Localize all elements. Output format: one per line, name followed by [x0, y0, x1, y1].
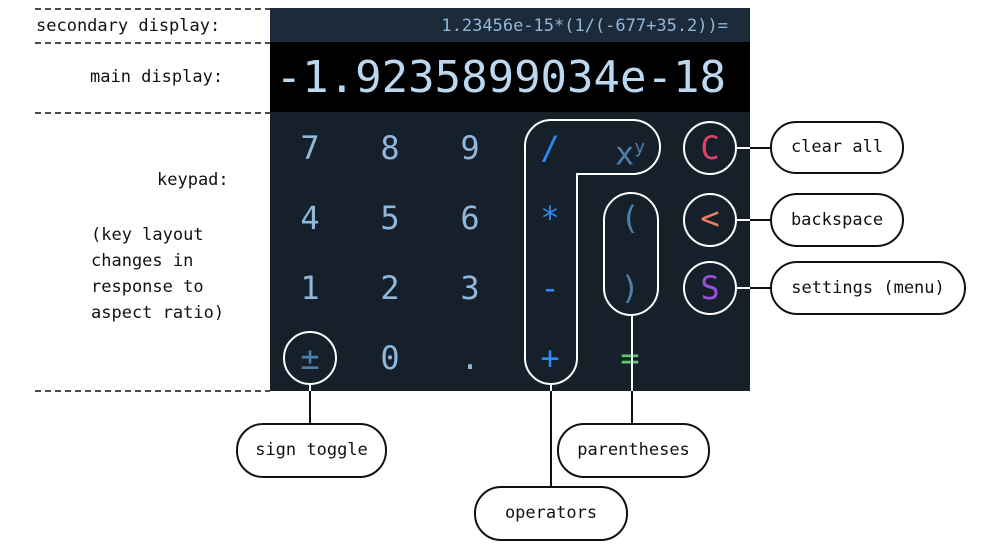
parentheses-outline [603, 192, 659, 316]
label-parentheses: parentheses [577, 440, 690, 460]
label-keypad-note: (key layout changes in response to aspec… [91, 225, 225, 323]
label-sign-toggle: sign toggle [255, 440, 368, 460]
label-clear-all: clear all [790, 137, 884, 157]
label-secondary-display: secondary display: [36, 16, 221, 36]
label-operators: operators [504, 503, 598, 523]
label-main-display: main display: [90, 67, 224, 87]
operators-outline [524, 119, 661, 385]
label-backspace: backspace [790, 210, 884, 230]
label-keypad: keypad: [157, 170, 229, 190]
label-settings: settings (menu) [791, 278, 945, 298]
